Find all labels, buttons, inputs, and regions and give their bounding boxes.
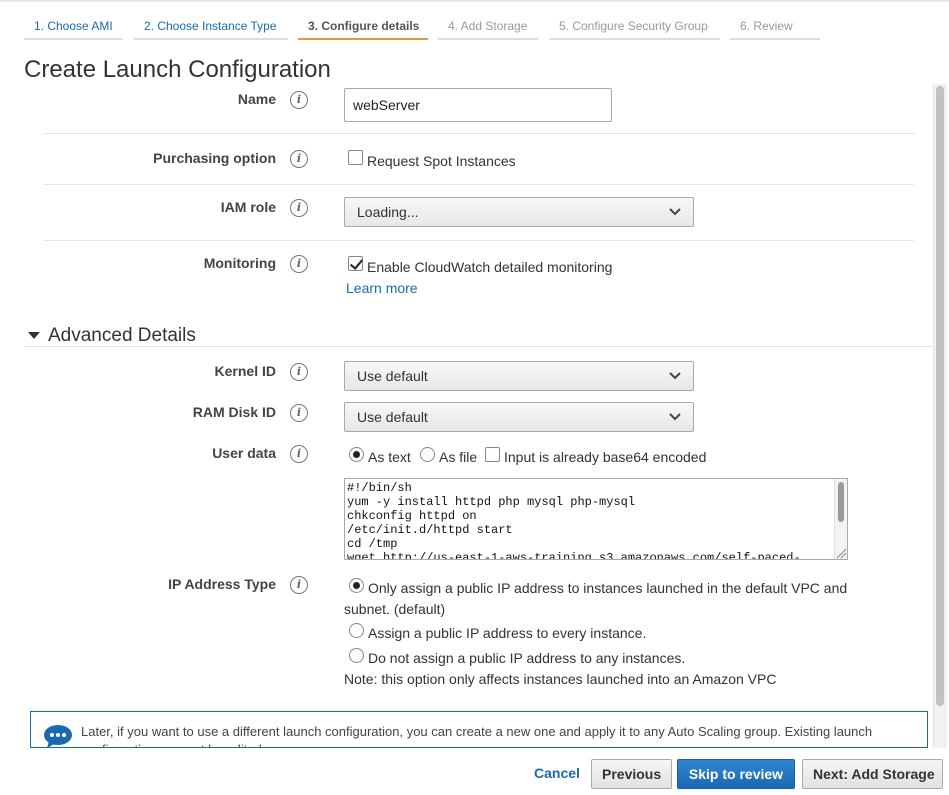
page-scrollbar-thumb[interactable] [936,86,944,706]
info-icon[interactable]: i [290,150,308,168]
step-choose-instance-type[interactable]: 2. Choose Instance Type [134,12,288,40]
kernel-id-value: Use default [357,368,428,384]
iam-role-select[interactable]: Loading... [344,197,694,227]
iam-role-label: IAM role [220,199,276,215]
cancel-button[interactable]: Cancel [524,759,584,789]
ip-option-note: Note: this option only affects instances… [344,671,777,687]
previous-button[interactable]: Previous [591,759,672,789]
info-icon[interactable]: i [290,363,308,381]
divider [44,133,914,134]
cloudwatch-monitoring-checkbox[interactable] [348,256,363,271]
base64-label: Input is already base64 encoded [504,449,707,465]
info-icon[interactable]: i [290,445,308,463]
user-data-line: wget http://us-east-1-aws-training.s3.am… [347,551,801,560]
ip-option-none-label: Do not assign a public IP address to any… [368,650,686,666]
skip-to-review-button[interactable]: Skip to review [677,759,795,789]
iam-role-value: Loading... [357,204,419,220]
request-spot-label: Request Spot Instances [367,153,516,169]
step-choose-ami[interactable]: 1. Choose AMI [24,12,123,40]
chevron-down-icon [669,203,681,221]
step-add-storage: 4. Add Storage [438,12,538,40]
user-data-line: yum -y install httpd php mysql php-mysql [347,495,636,509]
next-add-storage-button[interactable]: Next: Add Storage [802,759,943,789]
ip-option-every-radio[interactable] [349,623,364,638]
ram-disk-id-value: Use default [357,409,428,425]
advanced-details-heading[interactable]: Advanced Details [48,325,196,347]
purchasing-option-label: Purchasing option [153,150,276,166]
ip-option-none-radio[interactable] [349,648,364,663]
collapse-triangle-icon[interactable] [28,332,40,339]
resize-handle-icon[interactable] [835,547,847,559]
kernel-id-label: Kernel ID [214,363,276,379]
name-label: Name [237,91,276,107]
info-icon[interactable]: i [290,576,308,594]
section-divider [24,346,934,347]
user-data-line: /etc/init.d/httpd start [347,523,513,537]
monitoring-label: Monitoring [203,255,276,271]
info-icon[interactable]: i [290,255,308,273]
info-note-text: Later, if you want to use a different la… [81,724,873,747]
user-data-line: cd /tmp [347,537,398,551]
learn-more-link[interactable]: Learn more [346,280,418,296]
request-spot-checkbox[interactable] [348,150,363,165]
top-border [0,0,949,2]
cloudwatch-monitoring-label: Enable CloudWatch detailed monitoring [367,259,613,275]
chevron-down-icon [669,408,681,426]
user-data-line: chkconfig httpd on [347,509,477,523]
ip-option-default-label-cont: subnet. (default) [344,601,446,617]
ip-address-type-label: IP Address Type [168,576,276,592]
as-file-radio[interactable] [420,447,435,462]
info-icon[interactable]: i [290,91,308,109]
ip-option-default-radio[interactable] [349,578,364,593]
name-input[interactable] [344,88,612,122]
step-configure-details[interactable]: 3. Configure details [298,12,428,40]
info-icon[interactable]: i [290,199,308,217]
as-text-label: As text [368,449,411,465]
base64-checkbox[interactable] [485,447,500,462]
user-data-label: User data [212,445,276,461]
speech-bubble-icon [44,725,72,747]
step-review: 6. Review [730,12,820,40]
ram-disk-id-select[interactable]: Use default [344,402,694,432]
user-data-textarea[interactable]: #!/bin/sh yum -y install httpd php mysql… [344,478,848,560]
chevron-down-icon [669,367,681,385]
page-title: Create Launch Configuration [24,56,331,83]
info-icon[interactable]: i [290,404,308,422]
user-data-line: #!/bin/sh [347,481,412,495]
ip-option-every-label: Assign a public IP address to every inst… [368,625,647,641]
textarea-scrollbar-thumb[interactable] [838,482,844,522]
info-note-box: Later, if you want to use a different la… [30,711,928,748]
as-file-label: As file [439,449,478,465]
as-text-radio[interactable] [349,447,364,462]
divider [44,184,914,185]
divider [44,240,914,241]
ram-disk-id-label: RAM Disk ID [192,404,276,420]
ip-option-default-label: Only assign a public IP address to insta… [368,580,848,596]
step-configure-security-group: 5. Configure Security Group [549,12,720,40]
kernel-id-select[interactable]: Use default [344,361,694,391]
